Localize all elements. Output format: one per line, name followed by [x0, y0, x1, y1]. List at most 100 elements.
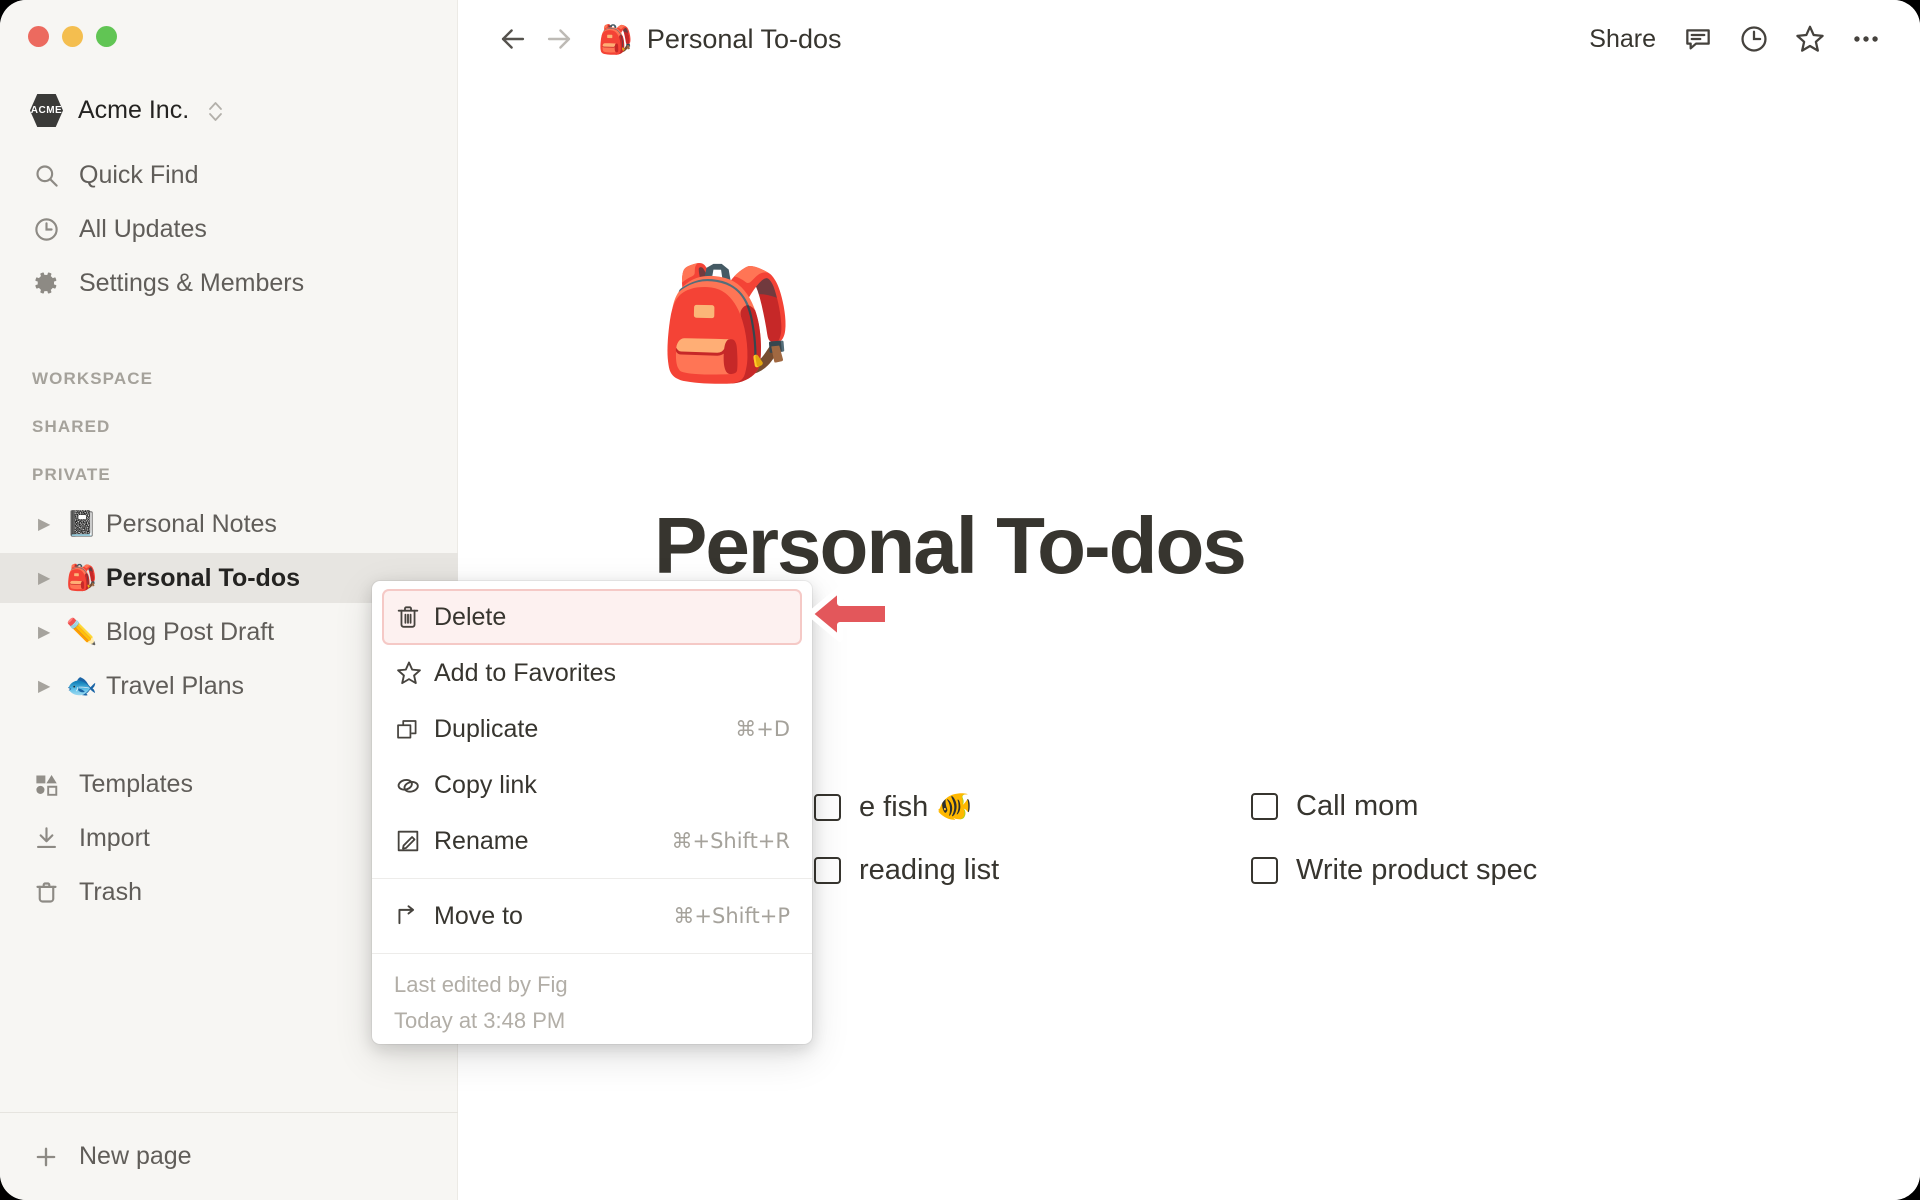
last-edited-time: Today at 3:48 PM — [394, 1007, 566, 1033]
templates-icon — [32, 770, 60, 798]
todo-checkbox[interactable] — [814, 857, 841, 884]
sidebar-item-trash[interactable]: Trash — [22, 868, 432, 916]
trash-icon — [394, 603, 434, 631]
section-header-private: PRIVATE — [32, 465, 111, 484]
menu-item-label: Rename — [434, 826, 529, 855]
share-button[interactable]: Share — [1575, 17, 1670, 62]
sidebar-item-templates[interactable]: Templates — [22, 760, 432, 808]
todo-label: Write product spec — [1296, 854, 1538, 886]
breadcrumb-title[interactable]: Personal To-dos — [647, 24, 842, 55]
section-header-workspace: WORKSPACE — [32, 369, 154, 388]
menu-divider — [372, 953, 812, 954]
sidebar-item-label: Quick Find — [79, 160, 199, 189]
arrow-left-icon[interactable] — [490, 16, 536, 62]
search-icon — [32, 161, 60, 189]
workspace-logo: ACME — [30, 94, 63, 127]
link-icon — [394, 771, 434, 800]
todo-checkbox[interactable] — [1251, 857, 1278, 884]
arrow-right-icon[interactable] — [536, 16, 582, 62]
menu-item-label: Move to — [434, 901, 523, 930]
todo-item-left-1[interactable]: reading list — [814, 854, 999, 887]
menu-item-label: Add to Favorites — [434, 658, 617, 687]
top-bar: 🎒 Personal To-dos Share — [458, 0, 1920, 78]
menu-item-duplicate[interactable]: Duplicate ⌘+D — [382, 701, 802, 757]
sidebar-page-label: Travel Plans — [106, 671, 245, 700]
sidebar-item-label: Settings & Members — [79, 268, 305, 297]
sidebar-page-label: Personal To-dos — [106, 563, 301, 592]
section-header-shared: SHARED — [32, 417, 111, 436]
sidebar-item-all-updates[interactable]: All Updates — [22, 206, 432, 252]
menu-item-shortcut: ⌘+Shift+R — [671, 829, 790, 853]
chevron-updown-icon — [207, 99, 224, 123]
disclosure-triangle-icon[interactable]: ▶ — [38, 568, 66, 588]
more-horizontal-icon[interactable] — [1838, 16, 1894, 62]
todo-label: Call mom — [1296, 790, 1419, 822]
menu-metadata: Last edited by Fig Today at 3:48 PM — [372, 963, 812, 1044]
menu-item-label: Delete — [434, 602, 507, 631]
history-clock-icon[interactable] — [1726, 16, 1782, 62]
disclosure-triangle-icon[interactable]: ▶ — [38, 622, 66, 642]
window-controls — [28, 26, 117, 47]
page-cover-emoji[interactable]: 🎒 — [658, 268, 795, 378]
star-icon[interactable] — [1782, 16, 1838, 62]
workspace-logo-text: ACME — [30, 105, 63, 116]
star-icon — [394, 658, 434, 688]
menu-item-move-to[interactable]: Move to ⌘+Shift+P — [382, 888, 802, 944]
move-to-icon — [394, 902, 434, 931]
workspace-name: Acme Inc. — [78, 96, 190, 124]
page-title[interactable]: Personal To-dos — [654, 500, 1247, 592]
menu-item-rename[interactable]: Rename ⌘+Shift+R — [382, 813, 802, 869]
minimize-button[interactable] — [62, 26, 83, 47]
context-menu: Delete Add to Favorites Duplicate ⌘+D Co… — [372, 581, 812, 1045]
todo-label: e fish 🐠 — [859, 791, 973, 823]
disclosure-triangle-icon[interactable]: ▶ — [38, 514, 66, 534]
new-page-label: New page — [79, 1142, 192, 1170]
todo-item-right-1[interactable]: Write product spec — [1251, 854, 1537, 887]
rename-pencil-icon — [394, 827, 434, 855]
menu-item-label: Duplicate — [434, 714, 539, 743]
new-page-button[interactable]: New page — [0, 1112, 458, 1200]
sidebar-item-settings-members[interactable]: Settings & Members — [22, 260, 432, 306]
page-emoji-icon: 🎒 — [66, 563, 98, 592]
sidebar-item-quick-find[interactable]: Quick Find — [22, 152, 432, 198]
sidebar-item-label: Trash — [79, 877, 142, 906]
app-window: ACME Acme Inc. Quick Find All Updates Se… — [0, 0, 1920, 1200]
breadcrumb-emoji-icon: 🎒 — [598, 22, 633, 56]
clock-icon — [32, 215, 60, 243]
sidebar-page-personal-notes[interactable]: ▶ 📓 Personal Notes — [0, 499, 458, 549]
menu-item-shortcut: ⌘+Shift+P — [673, 904, 790, 928]
menu-item-copy-link[interactable]: Copy link — [382, 757, 802, 813]
gear-icon — [32, 269, 60, 297]
menu-item-delete[interactable]: Delete — [382, 589, 802, 645]
sidebar-item-label: Import — [79, 823, 150, 852]
close-button[interactable] — [28, 26, 49, 47]
menu-item-add-to-favorites[interactable]: Add to Favorites — [382, 645, 802, 701]
import-icon — [32, 824, 60, 852]
page-emoji-icon: ✏️ — [66, 617, 98, 646]
workspace-switcher[interactable]: ACME Acme Inc. — [22, 88, 232, 133]
menu-divider — [372, 878, 812, 879]
sidebar-page-label: Personal Notes — [106, 509, 277, 538]
top-bar-actions: Share — [1575, 16, 1894, 62]
menu-item-label: Copy link — [434, 770, 537, 799]
plus-icon — [32, 1143, 60, 1171]
sidebar-page-label: Blog Post Draft — [106, 617, 275, 646]
last-edited-by: Last edited by Fig — [394, 972, 568, 997]
todo-label: reading list — [859, 854, 1000, 886]
menu-item-shortcut: ⌘+D — [735, 717, 790, 741]
page-emoji-icon: 📓 — [66, 509, 98, 538]
todo-checkbox[interactable] — [1251, 793, 1278, 820]
breadcrumb: 🎒 Personal To-dos — [490, 16, 842, 62]
sidebar-item-import[interactable]: Import — [22, 814, 432, 862]
sidebar-item-label: All Updates — [79, 214, 207, 243]
annotation-arrow-icon — [800, 583, 896, 650]
trash-icon — [32, 878, 60, 906]
disclosure-triangle-icon[interactable]: ▶ — [38, 676, 66, 696]
zoom-button[interactable] — [96, 26, 117, 47]
sidebar-item-label: Templates — [79, 769, 193, 798]
comment-icon[interactable] — [1670, 16, 1726, 62]
todo-checkbox[interactable] — [814, 793, 841, 821]
todo-item-right-0[interactable]: Call mom — [1251, 790, 1418, 823]
duplicate-icon — [394, 716, 434, 743]
todo-item-left-0[interactable]: e fish 🐠 — [814, 790, 972, 824]
